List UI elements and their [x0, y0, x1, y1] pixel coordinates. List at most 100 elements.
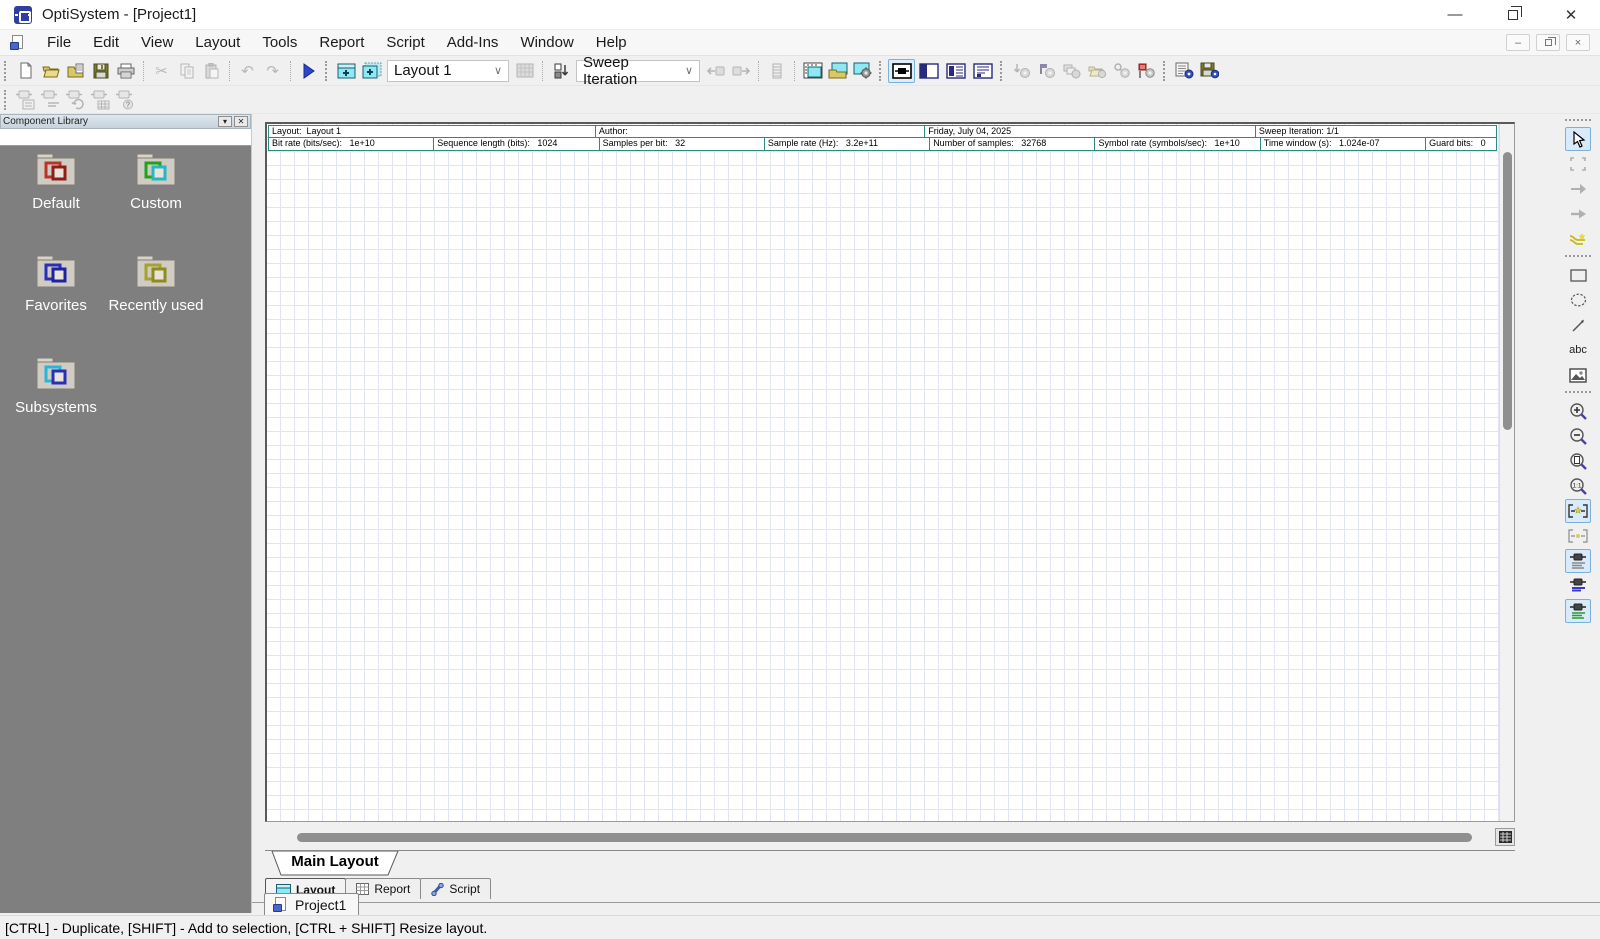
duplicate-layout-icon[interactable]	[359, 59, 384, 83]
select-area-tool[interactable]	[1565, 152, 1591, 176]
toolbar-grip[interactable]	[1000, 61, 1005, 81]
next-sweep-icon[interactable]	[728, 59, 753, 83]
component-labels-blue-tool[interactable]	[1565, 574, 1591, 598]
insert-text-tool[interactable]: abc	[1565, 338, 1591, 362]
vertical-scrollbar[interactable]	[1499, 124, 1514, 821]
redo-icon[interactable]: ↷	[260, 59, 285, 83]
print-icon[interactable]	[113, 59, 138, 83]
sweep-flag-icon[interactable]	[1034, 59, 1059, 83]
view-split-mode-button[interactable]	[915, 59, 942, 83]
panel-collapse-button[interactable]: ▾	[218, 116, 232, 127]
panel-close-button[interactable]: ✕	[234, 116, 248, 127]
library-folder-favorites[interactable]: Favorites	[4, 254, 108, 314]
component-library-filter-bar[interactable]	[0, 129, 251, 146]
layout-folder-icon[interactable]	[825, 59, 850, 83]
mdi-close-button[interactable]: ×	[1566, 34, 1590, 51]
vertical-scrollbar-thumb[interactable]	[1503, 152, 1512, 430]
sweep-find-icon[interactable]	[1109, 59, 1134, 83]
view-script-mode-button[interactable]	[969, 59, 996, 83]
toolbar-grip[interactable]	[1163, 61, 1168, 81]
sweep-iteration-combobox[interactable]: Sweep Iteration ∨	[576, 60, 700, 82]
copy-icon[interactable]	[174, 59, 199, 83]
horizontal-scrollbar[interactable]	[265, 826, 1515, 848]
view-component-mode-button[interactable]	[888, 59, 915, 83]
new-document-icon[interactable]	[13, 59, 38, 83]
draw-arrow-tool[interactable]	[1565, 202, 1591, 226]
draw-connections-tool[interactable]	[1565, 227, 1591, 251]
sweep-open-icon[interactable]	[1084, 59, 1109, 83]
component-refresh-icon[interactable]	[63, 88, 88, 112]
menu-tools[interactable]: Tools	[251, 31, 308, 54]
mdi-restore-button[interactable]	[1536, 34, 1560, 51]
library-folder-subsystems[interactable]: Subsystems	[4, 356, 108, 416]
component-help-icon[interactable]: ?	[113, 88, 138, 112]
tab-script[interactable]: Script	[420, 878, 491, 899]
parameter-table-icon[interactable]	[764, 59, 789, 83]
auto-connect-on-tool[interactable]	[1565, 499, 1591, 523]
menu-file[interactable]: File	[36, 31, 82, 54]
draw-ellipse-tool[interactable]	[1565, 288, 1591, 312]
zoom-page-tool[interactable]	[1565, 449, 1591, 473]
draw-rectangle-tool[interactable]	[1565, 263, 1591, 287]
restore-button[interactable]	[1484, 0, 1542, 30]
component-lines-icon[interactable]	[38, 88, 63, 112]
close-button[interactable]: ✕	[1542, 0, 1600, 30]
layout-canvas[interactable]: Layout: Layout 1 Author: Friday, July 04…	[267, 124, 1499, 821]
component-library-header[interactable]: Component Library ▾ ✕	[0, 114, 251, 129]
flip-horizontal-tool[interactable]	[1565, 177, 1591, 201]
menu-layout[interactable]: Layout	[184, 31, 251, 54]
menu-view[interactable]: View	[130, 31, 184, 54]
paste-icon[interactable]	[199, 59, 224, 83]
library-folder-default[interactable]: Default	[4, 152, 108, 212]
component-labels-green-tool[interactable]	[1565, 599, 1591, 623]
cut-icon[interactable]: ✂	[149, 59, 174, 83]
select-cursor-tool[interactable]	[1565, 127, 1591, 151]
zoom-one-to-one-tool[interactable]: 1:1	[1565, 474, 1591, 498]
view-report-mode-button[interactable]	[942, 59, 969, 83]
library-folder-custom[interactable]: Custom	[104, 152, 208, 212]
toolbar-grip[interactable]	[4, 61, 9, 81]
mdi-minimize-button[interactable]: –	[1506, 34, 1530, 51]
main-layout-tab[interactable]: Main Layout	[271, 851, 399, 876]
sweep-report-red-icon[interactable]	[1134, 59, 1159, 83]
menu-script[interactable]: Script	[375, 31, 435, 54]
auto-connect-off-tool[interactable]	[1565, 524, 1591, 548]
toolbar-grip[interactable]	[879, 61, 884, 81]
toolbar-grip[interactable]	[325, 61, 330, 81]
layout-settings-icon[interactable]	[850, 59, 875, 83]
component-labels-gray-tool[interactable]	[1565, 549, 1591, 573]
insert-image-tool[interactable]	[1565, 363, 1591, 387]
toolbar-grip[interactable]	[4, 90, 9, 110]
component-grid-icon[interactable]	[88, 88, 113, 112]
sweep-order-icon[interactable]	[548, 59, 573, 83]
menu-window[interactable]: Window	[509, 31, 584, 54]
menu-edit[interactable]: Edit	[82, 31, 130, 54]
minimize-button[interactable]: —	[1426, 0, 1484, 30]
delete-layout-icon[interactable]	[512, 59, 537, 83]
undo-icon[interactable]: ↶	[235, 59, 260, 83]
layout-navigator-button[interactable]	[1495, 828, 1515, 846]
layout-selector-combobox[interactable]: Layout 1 ∨	[387, 60, 509, 82]
layout-editor-icon[interactable]	[800, 59, 825, 83]
palette-grip[interactable]	[1565, 119, 1591, 123]
sweep-down-icon[interactable]	[1009, 59, 1034, 83]
sweep-copy-icon[interactable]	[1059, 59, 1084, 83]
save-results-icon[interactable]	[1197, 59, 1222, 83]
import-project-icon[interactable]	[63, 59, 88, 83]
project-properties-icon[interactable]	[1172, 59, 1197, 83]
component-equal-icon[interactable]	[13, 88, 38, 112]
previous-sweep-icon[interactable]	[703, 59, 728, 83]
save-icon[interactable]	[88, 59, 113, 83]
tab-project1[interactable]: Project1	[264, 893, 359, 915]
open-project-icon[interactable]	[38, 59, 63, 83]
zoom-out-tool[interactable]	[1565, 424, 1591, 448]
library-folder-recently-used[interactable]: Recently used	[104, 254, 208, 314]
menu-help[interactable]: Help	[585, 31, 638, 54]
menu-add-ins[interactable]: Add-Ins	[436, 31, 510, 54]
zoom-in-tool[interactable]	[1565, 399, 1591, 423]
draw-line-tool[interactable]	[1565, 313, 1591, 337]
horizontal-scrollbar-thumb[interactable]	[297, 833, 1472, 842]
run-simulation-icon[interactable]	[296, 59, 321, 83]
menu-report[interactable]: Report	[308, 31, 375, 54]
new-layout-icon[interactable]	[334, 59, 359, 83]
